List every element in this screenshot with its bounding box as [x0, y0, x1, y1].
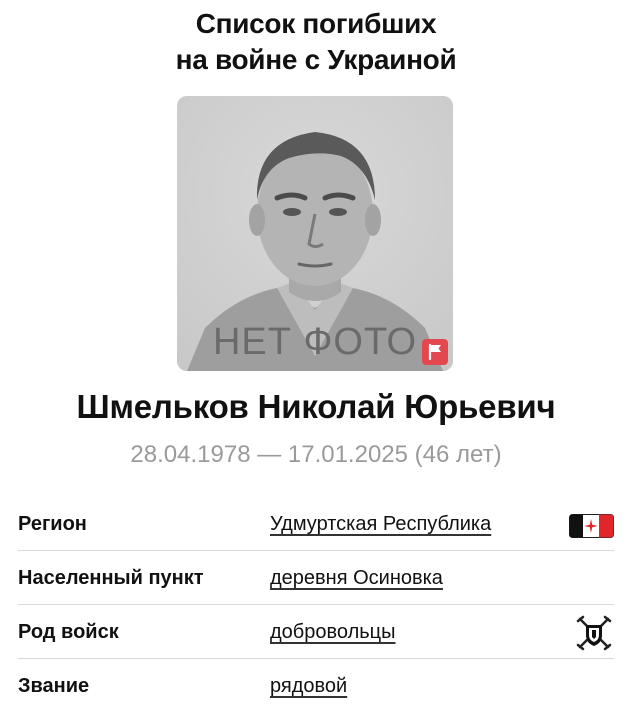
rank-link[interactable]: рядовой [270, 673, 347, 699]
page-header: Список погибших на войне с Украиной [0, 6, 632, 78]
locality-label: Населенный пункт [18, 567, 204, 589]
person-name: Шмельков Николай Юрьевич [76, 388, 556, 425]
flag-icon[interactable] [422, 339, 448, 365]
person-dates: 28.04.1978 — 17.01.2025 (46 лет) [130, 441, 502, 468]
details-row-branch: Род войск добровольцы [18, 605, 614, 659]
udmurtia-flag-icon [569, 514, 614, 543]
volunteers-emblem-icon [576, 615, 612, 656]
region-label: Регион [18, 513, 87, 535]
branch-label: Род войск [18, 621, 119, 643]
page-title-line-2: на войне с Украиной [175, 44, 457, 75]
no-photo-placeholder: НЕТ ФОТО [177, 96, 453, 371]
locality-link[interactable]: деревня Осиновка [270, 565, 443, 591]
page-title-line-1: Список погибших [195, 8, 437, 39]
no-photo-text: НЕТ ФОТО [212, 321, 418, 363]
branch-link[interactable]: добровольцы [270, 619, 396, 645]
rank-label: Звание [18, 675, 90, 697]
region-link[interactable]: Удмуртская Республика [270, 511, 491, 537]
details-row-locality: Населенный пункт деревня Осиновка [18, 551, 614, 605]
details-row-rank: Звание рядовой [18, 659, 614, 712]
details-row-region: Регион Удмуртская Республика [18, 497, 614, 551]
details-table: Регион Удмуртская Республика Населенный … [18, 497, 614, 712]
